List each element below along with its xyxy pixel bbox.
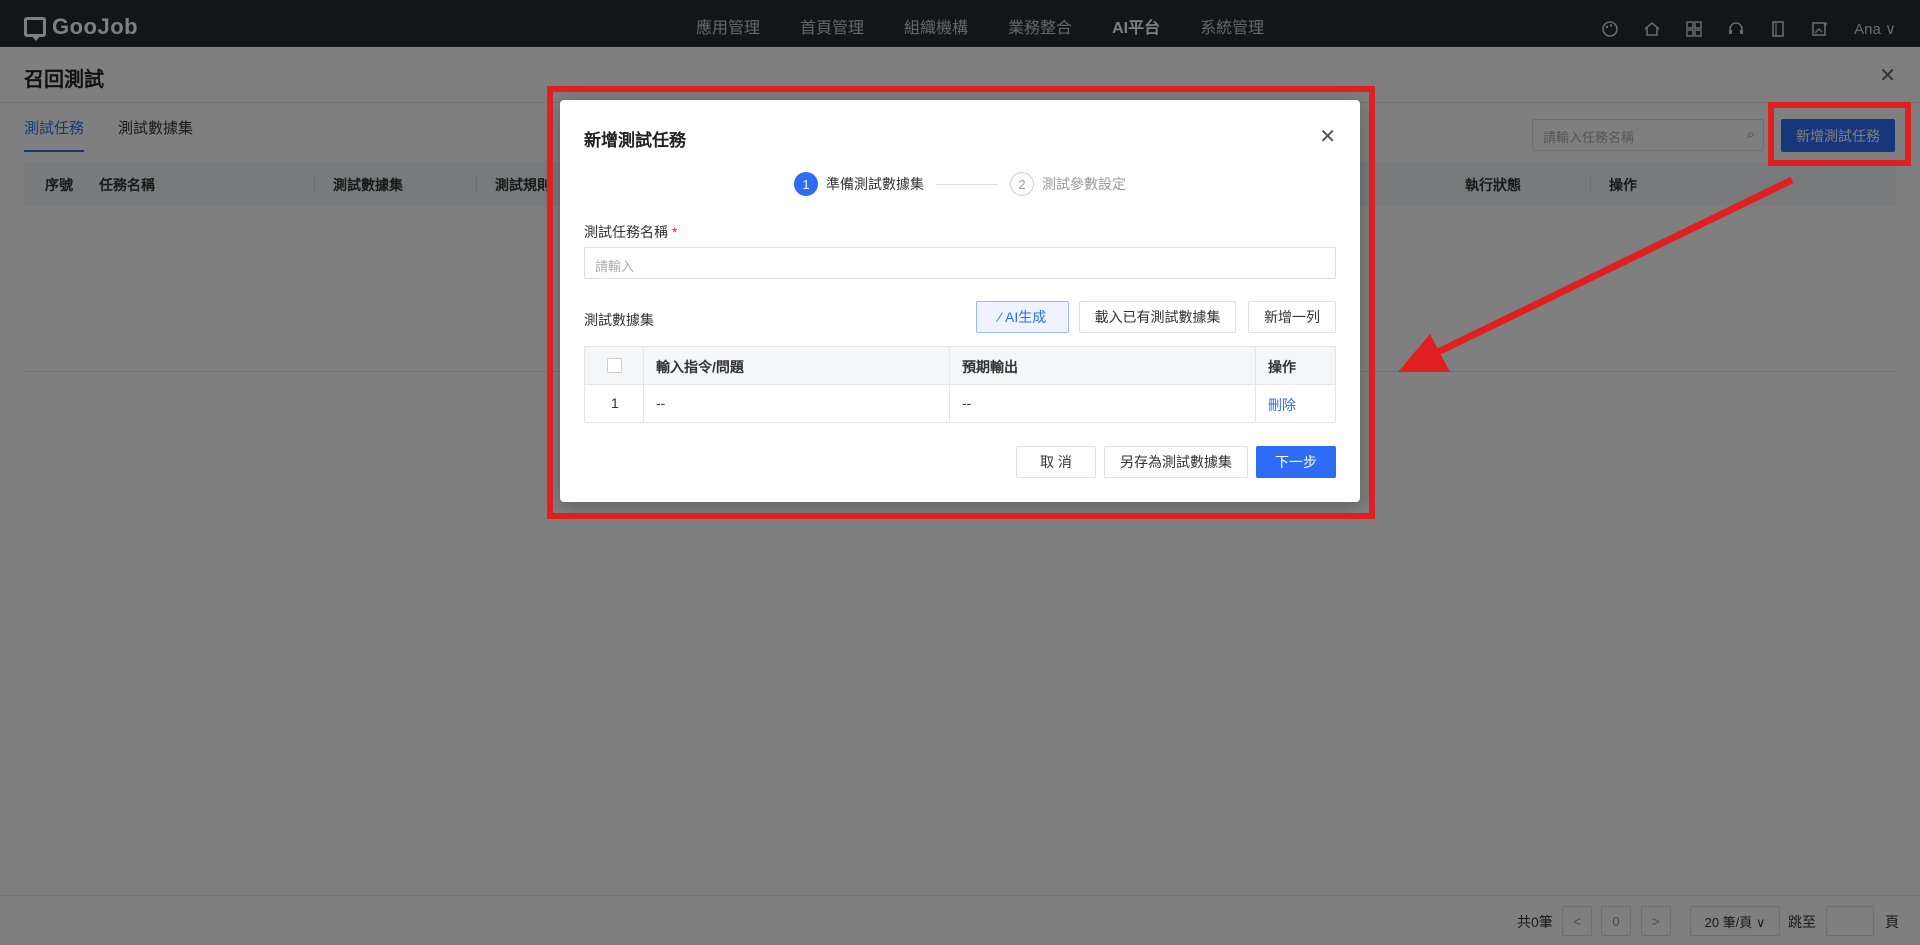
annotation-arrow — [1398, 176, 1794, 372]
arrow-shaft — [1436, 176, 1794, 356]
